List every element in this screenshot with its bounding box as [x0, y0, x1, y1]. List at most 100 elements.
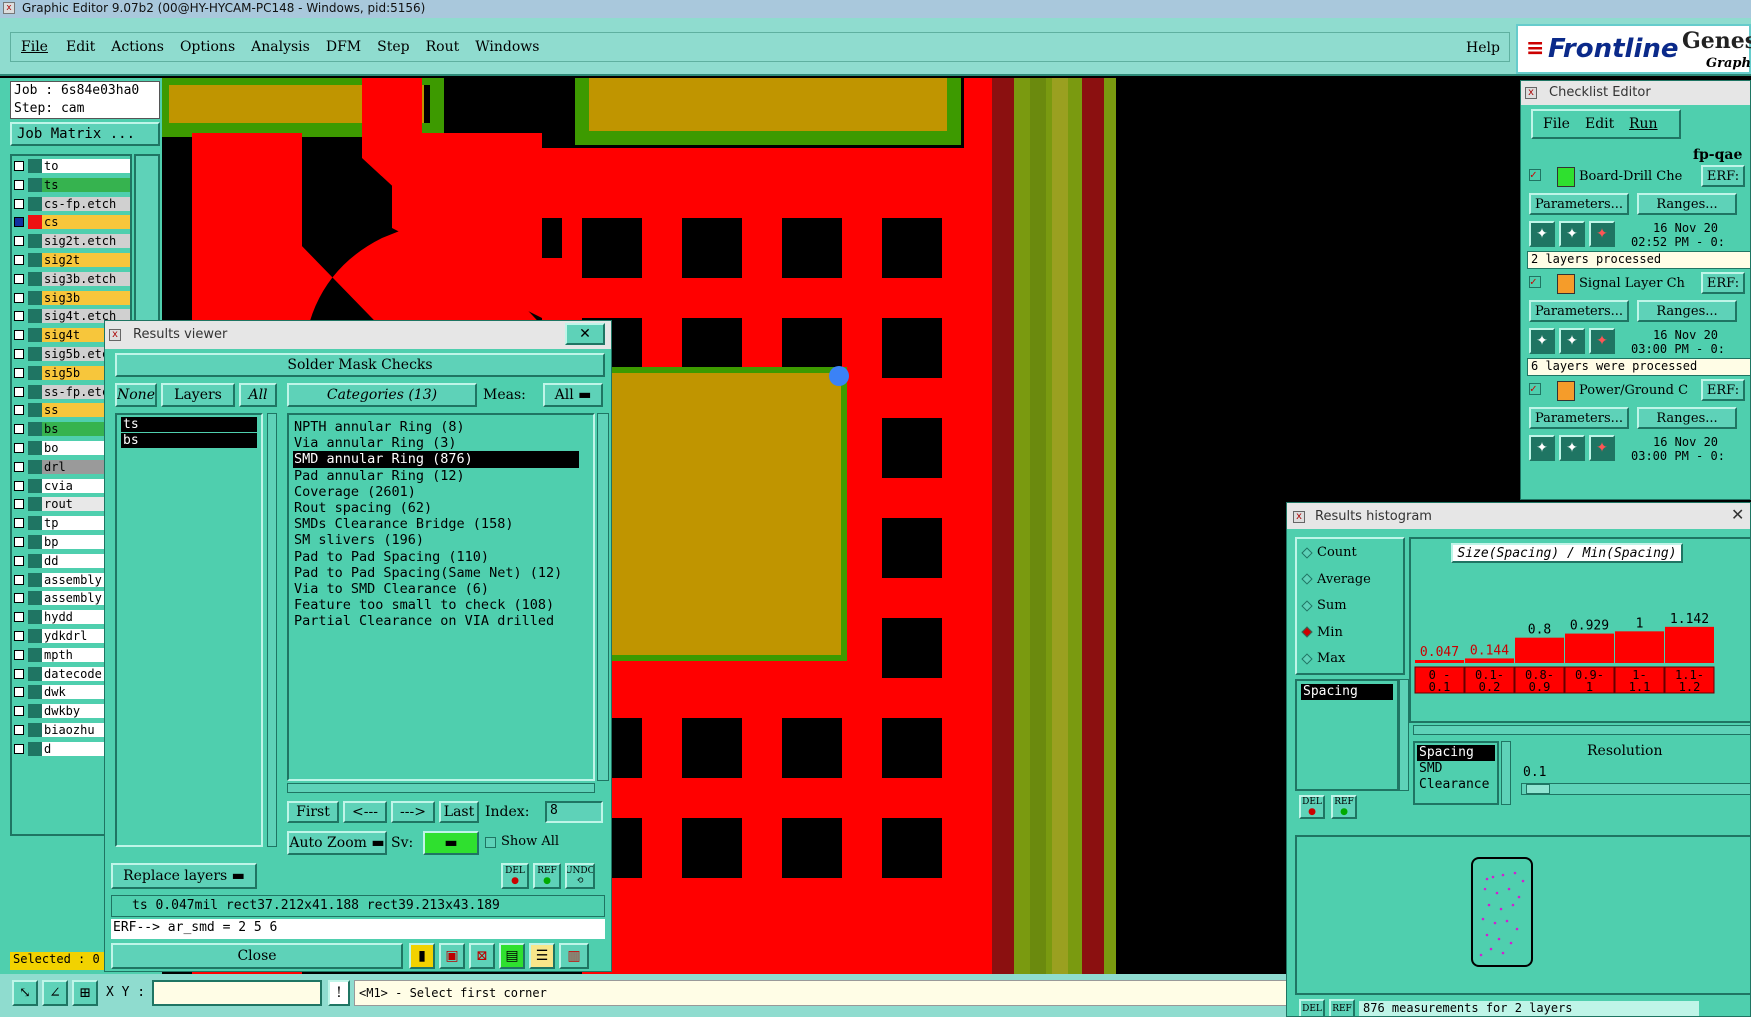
zoom-fit-icon[interactable]: ⤡: [12, 980, 38, 1006]
layer-checkbox[interactable]: [14, 480, 24, 491]
run-icon[interactable]: ✦: [1589, 328, 1615, 354]
layer-checkbox[interactable]: [14, 273, 24, 284]
checklist-item-name[interactable]: Signal Layer Ch: [1579, 276, 1685, 291]
layer-checkbox[interactable]: [14, 612, 24, 623]
ranges-button[interactable]: Ranges...: [1637, 193, 1737, 215]
layer-checkbox[interactable]: [14, 555, 24, 566]
meas-select[interactable]: All ▬: [543, 383, 603, 407]
histogram-close-icon[interactable]: ✕: [1731, 505, 1744, 524]
menu-step[interactable]: Step: [369, 39, 417, 55]
run-icon[interactable]: ✦: [1589, 435, 1615, 461]
all-button[interactable]: All: [239, 383, 277, 407]
job-matrix-button[interactable]: Job Matrix ...: [10, 122, 160, 146]
warning-icon[interactable]: !: [328, 980, 350, 1006]
layer-checkbox[interactable]: [14, 499, 24, 510]
tool-icon-3[interactable]: ⊠: [469, 943, 495, 969]
result-layer-1[interactable]: bs: [121, 433, 257, 448]
categories-button[interactable]: Categories (13): [287, 383, 477, 407]
resolution-slider[interactable]: [1521, 783, 1750, 795]
del-button[interactable]: DEL ●: [501, 863, 529, 889]
checklist-item-erf[interactable]: ERF:: [1701, 379, 1745, 401]
layer-checkbox[interactable]: [14, 424, 24, 435]
parameters-button[interactable]: Parameters...: [1529, 300, 1629, 322]
categories-scrollbar[interactable]: [597, 413, 609, 781]
layer-row[interactable]: sig2t: [14, 252, 130, 268]
layers-button[interactable]: Layers: [161, 383, 235, 407]
xy-input[interactable]: [152, 980, 322, 1006]
mode-radio[interactable]: Min: [1301, 625, 1343, 640]
layer-checkbox[interactable]: [14, 161, 24, 171]
grid-tool-icon[interactable]: ⊞: [72, 980, 98, 1006]
menu-file[interactable]: File: [11, 39, 58, 55]
show-all-checkbox[interactable]: [485, 837, 496, 848]
category-item[interactable]: SMDs Clearance Bridge (158): [293, 516, 593, 532]
ranges-button[interactable]: Ranges...: [1637, 407, 1737, 429]
ranges-button[interactable]: Ranges...: [1637, 300, 1737, 322]
layer-row[interactable]: sig2t.etch: [14, 233, 130, 249]
last-button[interactable]: Last: [439, 801, 479, 823]
layer-checkbox[interactable]: [14, 743, 24, 754]
layer-checkbox[interactable]: [14, 198, 24, 209]
type-clearance[interactable]: Clearance: [1417, 777, 1495, 793]
tool-icon-5[interactable]: ☰: [529, 943, 555, 969]
layer-list-scrollbar[interactable]: [267, 413, 277, 847]
layer-checkbox[interactable]: [14, 236, 24, 247]
checklist-menu-edit[interactable]: Edit: [1585, 116, 1614, 132]
run-icon[interactable]: ✦: [1529, 328, 1555, 354]
layer-checkbox[interactable]: [14, 687, 24, 698]
layer-checkbox[interactable]: [14, 292, 24, 303]
menu-dfm[interactable]: DFM: [318, 39, 369, 55]
menu-analysis[interactable]: Analysis: [243, 39, 318, 55]
layer-checkbox[interactable]: [14, 461, 24, 472]
category-item[interactable]: Feature too small to check (108): [293, 597, 593, 613]
run-icon[interactable]: ✦: [1559, 328, 1585, 354]
hist-ref-button[interactable]: REF ●: [1331, 795, 1357, 819]
chart-hscrollbar[interactable]: [1413, 725, 1750, 735]
layer-checkbox[interactable]: [14, 443, 24, 453]
checklist-item-checkbox[interactable]: ✓: [1529, 169, 1541, 181]
run-icon[interactable]: ✦: [1559, 435, 1585, 461]
layer-checkbox[interactable]: [14, 631, 24, 641]
layer-row[interactable]: ts: [14, 177, 130, 193]
menu-rout[interactable]: Rout: [418, 39, 468, 55]
sv-select[interactable]: ▬: [423, 831, 479, 855]
checklist-item-name[interactable]: Board-Drill Che: [1579, 169, 1682, 184]
mode-list-selected[interactable]: Spacing: [1301, 684, 1393, 700]
checklist-item-checkbox[interactable]: ✓: [1529, 383, 1541, 395]
checklist-item-name[interactable]: Power/Ground C: [1579, 383, 1688, 398]
angle-tool-icon[interactable]: ∠: [42, 980, 68, 1006]
menu-help[interactable]: Help: [1466, 40, 1500, 56]
category-item[interactable]: Via annular Ring (3): [293, 435, 593, 451]
run-icon[interactable]: ✦: [1589, 221, 1615, 247]
checklist-item-erf[interactable]: ERF:: [1701, 272, 1745, 294]
tool-icon-1[interactable]: ▮: [409, 943, 435, 969]
mode-list-scrollbar[interactable]: [1399, 679, 1409, 791]
layer-row[interactable]: to: [14, 158, 130, 174]
layer-checkbox[interactable]: [14, 725, 24, 735]
category-item[interactable]: Rout spacing (62): [293, 500, 593, 516]
category-item[interactable]: NPTH annular Ring (8): [293, 419, 593, 435]
category-item[interactable]: Pad to Pad Spacing (110): [293, 549, 593, 565]
mode-radio[interactable]: Sum: [1301, 598, 1347, 613]
run-icon[interactable]: ✦: [1529, 221, 1555, 247]
type-smd[interactable]: SMD: [1417, 761, 1495, 777]
menu-edit[interactable]: Edit: [58, 39, 103, 55]
category-item[interactable]: Partial Clearance on VIA drilled: [293, 613, 593, 629]
category-item[interactable]: Coverage (2601): [293, 484, 593, 500]
checklist-item-erf[interactable]: ERF:: [1701, 165, 1745, 187]
menu-actions[interactable]: Actions: [103, 39, 172, 55]
type-list-scrollbar[interactable]: [1501, 741, 1511, 805]
category-item[interactable]: SMD annular Ring (876): [293, 451, 579, 468]
category-item[interactable]: SM slivers (196): [293, 532, 593, 548]
tool-icon-2[interactable]: ▣: [439, 943, 465, 969]
layer-row[interactable]: cs-fp.etch: [14, 196, 130, 212]
menu-options[interactable]: Options: [172, 39, 243, 55]
run-icon[interactable]: ✦: [1559, 221, 1585, 247]
layer-checkbox[interactable]: [14, 349, 24, 359]
parameters-button[interactable]: Parameters...: [1529, 193, 1629, 215]
replace-layers-select[interactable]: Replace layers ▬: [111, 863, 257, 889]
layer-checkbox[interactable]: [14, 706, 24, 717]
checklist-item-checkbox[interactable]: ✓: [1529, 276, 1541, 288]
mode-radio[interactable]: Max: [1301, 651, 1345, 666]
layer-checkbox[interactable]: [14, 311, 24, 322]
